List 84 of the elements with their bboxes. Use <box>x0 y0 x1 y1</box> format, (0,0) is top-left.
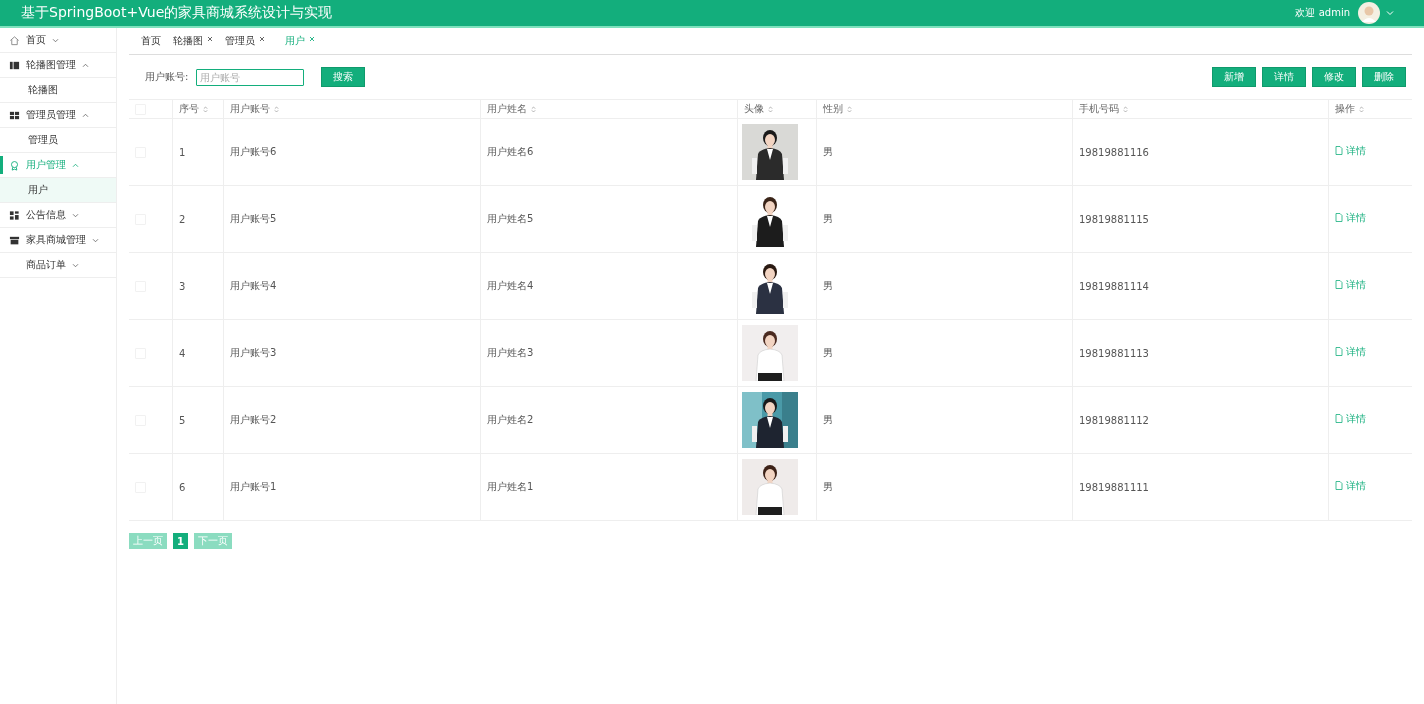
table-cell: 男 <box>816 252 1073 320</box>
document-icon <box>1335 146 1343 156</box>
column-header[interactable]: 用户账号 <box>223 99 481 119</box>
table-cell: 19819881113 <box>1072 319 1329 387</box>
tab[interactable]: 管理员 <box>225 34 267 48</box>
column-header[interactable]: 性别 <box>816 99 1073 119</box>
caret-up-icon <box>82 112 89 118</box>
column-header[interactable]: 序号 <box>172 99 224 119</box>
table-cell: 用户账号5 <box>223 185 481 253</box>
sort-icon[interactable] <box>203 104 208 114</box>
table-cell: 男 <box>816 185 1073 253</box>
caret-down-icon <box>72 212 79 218</box>
document-icon <box>1335 280 1343 290</box>
badge-icon <box>9 159 20 171</box>
sort-icon[interactable] <box>768 104 773 114</box>
home-icon <box>9 34 20 46</box>
sort-icon[interactable] <box>1123 104 1128 114</box>
avatar-icon[interactable] <box>1358 2 1380 24</box>
table-cell: 19819881114 <box>1072 252 1329 320</box>
column-header[interactable]: 头像 <box>737 99 817 119</box>
table-cell: 用户姓名3 <box>480 319 738 387</box>
table-cell: 用户姓名6 <box>480 118 738 186</box>
table-cell: 用户账号2 <box>223 386 481 454</box>
table-cell: 用户姓名1 <box>480 453 738 521</box>
table-cell: 4 <box>172 319 224 387</box>
sidebar-item[interactable]: 轮播图管理 <box>0 53 116 78</box>
table-cell: 19819881115 <box>1072 185 1329 253</box>
table-cell: 用户姓名4 <box>480 252 738 320</box>
document-icon <box>1335 213 1343 223</box>
search-field[interactable]: 用户账号 <box>196 68 305 86</box>
table-cell: 19819881112 <box>1072 386 1329 454</box>
caret-down-icon <box>52 37 59 43</box>
document-icon <box>1335 414 1343 424</box>
document-icon <box>1335 347 1343 357</box>
sidebar-item[interactable]: 商品订单 <box>0 253 116 278</box>
app-title: 基于SpringBoot+Vue的家具商城系统设计与实现 <box>21 4 334 22</box>
document-icon <box>1335 481 1343 491</box>
sidebar-item[interactable]: 管理员管理 <box>0 103 116 128</box>
sidebar-subitem[interactable]: 用户 <box>0 178 116 203</box>
table-cell: 1 <box>172 118 224 186</box>
table-cell: 用户账号6 <box>223 118 481 186</box>
welcome-text: 欢迎 admin <box>1295 6 1350 20</box>
sort-icon[interactable] <box>531 104 536 114</box>
caret-up-icon <box>82 62 89 68</box>
table-cell: 男 <box>816 118 1073 186</box>
archive-icon <box>9 234 20 246</box>
table-cell: 男 <box>816 453 1073 521</box>
table-cell: 5 <box>172 386 224 454</box>
table-cell: 用户账号3 <box>223 319 481 387</box>
sidebar-item[interactable]: 公告信息 <box>0 203 116 228</box>
table-cell: 19819881111 <box>1072 453 1329 521</box>
table-cell: 6 <box>172 453 224 521</box>
column-header[interactable]: 操作 <box>1328 99 1412 119</box>
close-icon[interactable] <box>207 35 213 42</box>
table-cell: 2 <box>172 185 224 253</box>
caret-down-icon[interactable] <box>1386 10 1394 16</box>
sort-icon[interactable] <box>847 104 852 114</box>
table-cell: 用户姓名5 <box>480 185 738 253</box>
table-cell: 19819881116 <box>1072 118 1329 186</box>
table-cell: 用户姓名2 <box>480 386 738 454</box>
table-cell: 用户账号4 <box>223 252 481 320</box>
column-header[interactable]: 手机号码 <box>1072 99 1329 119</box>
sidebar-item[interactable]: 首页 <box>0 28 116 53</box>
caret-down-icon <box>92 237 99 243</box>
sort-icon[interactable] <box>274 104 279 114</box>
tab[interactable]: 轮播图 <box>173 34 215 48</box>
table-cell: 用户账号1 <box>223 453 481 521</box>
close-icon[interactable] <box>309 35 315 42</box>
sidebar-item[interactable]: 家具商城管理 <box>0 228 116 253</box>
caret-up-icon <box>72 162 79 168</box>
tab[interactable]: 首页 <box>141 34 163 48</box>
columns-icon <box>9 59 20 71</box>
caret-down-icon <box>72 262 79 268</box>
sort-icon[interactable] <box>1359 104 1364 114</box>
blocks-icon <box>9 209 20 221</box>
table-cell: 3 <box>172 252 224 320</box>
close-icon[interactable] <box>259 35 265 42</box>
sidebar-subitem[interactable]: 轮播图 <box>0 78 116 103</box>
table-cell: 男 <box>816 319 1073 387</box>
grid-icon <box>9 109 20 121</box>
table-cell: 男 <box>816 386 1073 454</box>
sidebar-subitem[interactable]: 管理员 <box>0 128 116 153</box>
column-header[interactable]: 用户姓名 <box>480 99 738 119</box>
field-label: 用户账号: <box>145 70 189 84</box>
